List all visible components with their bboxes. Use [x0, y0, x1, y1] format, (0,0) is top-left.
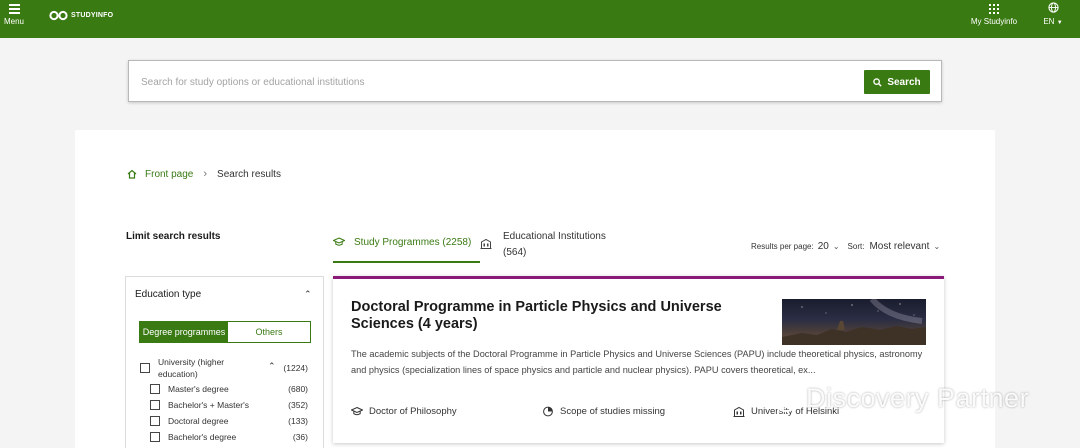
option-count-university: (1224) — [283, 363, 308, 373]
search-button-label: Search — [887, 76, 921, 88]
result-card[interactable]: Doctoral Programme in Particle Physics a… — [333, 276, 944, 443]
hamburger-icon — [8, 4, 20, 14]
filter-title: Education type — [135, 289, 202, 300]
education-type-filter: Education type ⌃ Degree programmes Other… — [125, 276, 324, 448]
tab-educational-institutions[interactable]: Educational Institutions (564) — [480, 229, 630, 261]
language-label: EN — [1043, 17, 1055, 26]
option-label-masters: Master's degree — [168, 384, 229, 394]
search-icon — [873, 77, 882, 87]
home-icon — [127, 169, 137, 179]
option-label-doctoral: Doctoral degree — [168, 416, 229, 426]
search-button[interactable]: Search — [864, 70, 930, 94]
result-thumbnail-image — [782, 299, 926, 345]
building-icon — [480, 238, 492, 249]
my-studyinfo-button[interactable]: My Studyinfo — [968, 3, 1020, 26]
building-icon — [733, 406, 745, 417]
menu-button[interactable]: Menu — [3, 3, 25, 26]
logo-text: STUDYINFO — [71, 12, 114, 19]
sort-select[interactable]: Most relevant — [869, 241, 929, 252]
breadcrumb: Front page › Search results — [127, 168, 281, 180]
results-controls: Results per page: 20 ⌄ Sort: Most releva… — [751, 241, 940, 252]
checkbox-masters[interactable] — [150, 384, 160, 394]
result-institution-label: University of Helsinki — [751, 406, 840, 417]
my-studyinfo-label: My Studyinfo — [970, 17, 1018, 26]
language-selector[interactable]: EN ▼ — [1040, 2, 1066, 26]
degree-type-toggle: Degree programmes Others — [139, 321, 311, 343]
results-per-page-label: Results per page: — [751, 242, 814, 251]
studyinfo-logo[interactable]: STUDYINFO — [49, 10, 113, 21]
tab-study-programmes[interactable]: Study Programmes (2258) — [333, 234, 480, 263]
apps-grid-icon — [989, 4, 999, 14]
breadcrumb-current: Search results — [217, 168, 281, 180]
option-count-bachelors-masters: (352) — [288, 400, 308, 410]
checkbox-bachelors[interactable] — [150, 432, 160, 442]
option-label-university: University (higher education) — [158, 357, 225, 379]
option-count-masters: (680) — [288, 384, 308, 394]
option-label-bachelors-masters: Bachelor's + Master's — [168, 400, 249, 410]
studyinfo-logo-icon — [49, 10, 68, 21]
results-per-page-select[interactable]: 20 — [818, 241, 829, 252]
sort-label: Sort: — [847, 242, 865, 251]
result-degree: Doctor of Philosophy — [351, 406, 457, 417]
breadcrumb-front-page-link[interactable]: Front page — [145, 169, 193, 180]
graduation-cap-icon — [351, 406, 363, 416]
result-scope-label: Scope of studies missing — [560, 406, 666, 417]
result-title[interactable]: Doctoral Programme in Particle Physics a… — [351, 299, 761, 333]
limit-results-heading: Limit search results — [126, 231, 221, 242]
toggle-degree-programmes[interactable]: Degree programmes — [140, 322, 228, 342]
tab-study-programmes-label: Study Programmes (2258) — [354, 237, 472, 248]
toggle-others[interactable]: Others — [228, 322, 310, 342]
top-navigation-bar: Menu STUDYINFO My Studyinfo EN ▼ — [0, 0, 1080, 38]
option-label-bachelors: Bachelor's degree — [168, 432, 237, 442]
checkbox-university[interactable] — [140, 363, 150, 373]
result-institution: University of Helsinki — [733, 406, 839, 417]
chevron-up-icon[interactable]: ⌃ — [268, 361, 276, 372]
globe-icon — [1047, 2, 1059, 13]
option-count-doctoral: (133) — [288, 416, 308, 426]
pie-clock-icon — [543, 406, 553, 417]
result-degree-label: Doctor of Philosophy — [369, 406, 457, 417]
search-bar: Search — [128, 60, 942, 102]
caret-down-icon: ▼ — [1056, 20, 1063, 26]
menu-label: Menu — [3, 17, 24, 26]
checkbox-doctoral[interactable] — [150, 416, 160, 426]
option-count-bachelors: (36) — [292, 432, 308, 442]
checkbox-bachelors-masters[interactable] — [150, 400, 160, 410]
chevron-up-icon[interactable]: ⌃ — [304, 289, 312, 300]
chevron-right-icon: › — [203, 168, 208, 180]
chevron-down-icon[interactable]: ⌄ — [833, 242, 840, 251]
search-input[interactable] — [141, 73, 841, 91]
result-description: The academic subjects of the Doctoral Pr… — [351, 349, 923, 375]
chevron-down-icon[interactable]: ⌄ — [933, 242, 940, 251]
tab-educational-institutions-label: Educational Institutions (564) — [503, 231, 606, 258]
result-scope: Scope of studies missing — [542, 406, 665, 417]
graduation-cap-icon — [333, 237, 345, 246]
